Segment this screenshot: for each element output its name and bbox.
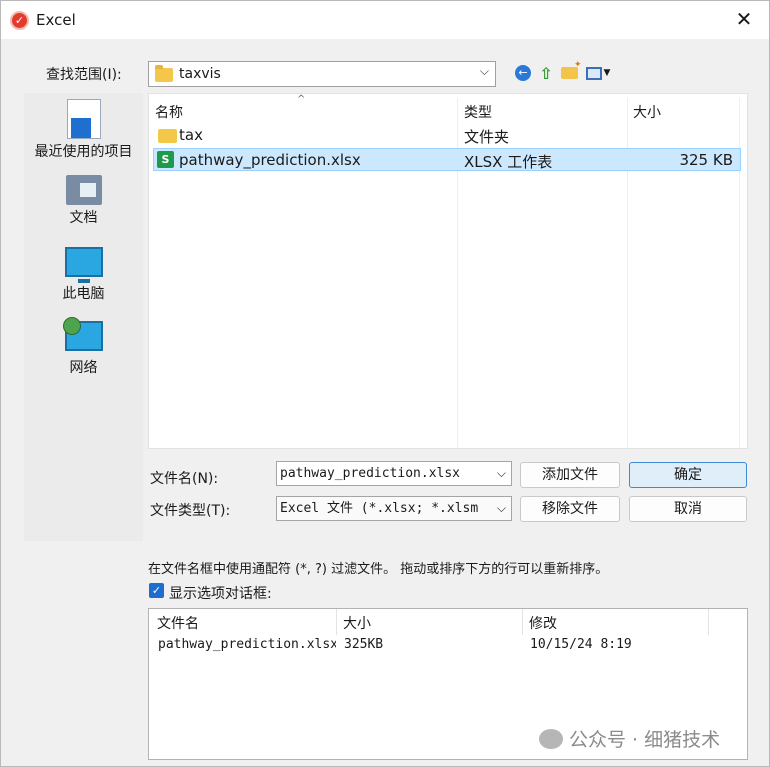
file-type: XLSX 工作表 (464, 153, 553, 171)
look-in-dropdown[interactable]: taxvis ⌵ (148, 61, 496, 87)
folder-icon (155, 65, 173, 82)
xlsx-file-icon: S (157, 151, 174, 168)
documents-icon (65, 175, 102, 205)
column-divider[interactable] (336, 609, 337, 635)
this-pc-icon (64, 247, 103, 283)
column-header-type[interactable]: 类型 (464, 102, 492, 122)
column-header-size[interactable]: 大小 (343, 613, 371, 633)
place-label: 网络 (69, 360, 98, 376)
file-type: 文件夹 (464, 128, 510, 146)
column-divider[interactable] (522, 609, 523, 635)
file-type-value: Excel 文件 (*.xlsx; *.xlsm (280, 501, 479, 516)
look-in-label: 查找范围(I): (46, 67, 122, 83)
file-name: pathway_prediction.xlsx (179, 151, 361, 169)
sort-ascending-icon: ^ (297, 94, 306, 105)
file-list[interactable]: ^ 名称 类型 大小 tax 文件夹 S pathway_prediction.… (148, 93, 748, 449)
show-options-checkbox[interactable]: ✓ (149, 583, 164, 598)
file-name-label: 文件名(N): (150, 471, 219, 487)
file-size: 325 KB (679, 151, 733, 169)
file-type-select[interactable]: Excel 文件 (*.xlsx; *.xlsm ⌵ (276, 496, 512, 521)
file-type-label: 文件类型(T): (150, 503, 231, 519)
place-documents[interactable]: 文档 (24, 175, 143, 227)
folder-icon (158, 129, 177, 143)
view-menu-button[interactable]: ▼ (583, 63, 613, 83)
row-filename: pathway_prediction.xlsx (158, 637, 336, 652)
place-network[interactable]: 网络 (24, 317, 143, 377)
back-button[interactable]: ← (513, 63, 533, 83)
file-row-folder[interactable]: tax 文件夹 (153, 124, 741, 147)
back-icon: ← (515, 65, 531, 81)
chevron-down-icon: ⌵ (479, 64, 489, 78)
add-file-button[interactable]: 添加文件 (520, 462, 620, 488)
places-bar: 最近使用的项目 文档 此电脑 网络 (24, 93, 143, 541)
file-row-selected[interactable]: S pathway_prediction.xlsx XLSX 工作表 325 K… (153, 148, 741, 171)
watermark: 公众号 · 细猪技术 (539, 725, 720, 752)
recent-items-icon (66, 99, 101, 139)
show-options-label: 显示选项对话框: (169, 586, 272, 602)
column-header-modified[interactable]: 修改 (529, 613, 557, 633)
chevron-down-icon: ⌵ (496, 466, 506, 480)
column-divider[interactable] (708, 609, 709, 635)
place-label: 此电脑 (62, 286, 105, 302)
chevron-down-icon: ▼ (603, 68, 611, 78)
place-this-pc[interactable]: 此电脑 (24, 247, 143, 303)
row-modified: 10/15/24 8:19 (530, 637, 632, 652)
close-button[interactable]: ✕ (731, 7, 757, 33)
new-folder-button[interactable] (559, 60, 581, 83)
up-folder-button[interactable]: ⇧ (536, 63, 556, 83)
file-name-field[interactable]: pathway_prediction.xlsx ⌵ (276, 461, 512, 486)
excel-app-icon: ✓ (10, 11, 29, 30)
cancel-button[interactable]: 取消 (629, 496, 747, 522)
column-header-filename[interactable]: 文件名 (157, 613, 199, 633)
remove-file-button[interactable]: 移除文件 (520, 496, 620, 522)
file-name-value: pathway_prediction.xlsx (280, 466, 461, 481)
window-title: Excel (36, 11, 76, 29)
file-name: tax (179, 126, 203, 144)
watermark-text: 公众号 · 细猪技术 (569, 729, 721, 751)
view-menu-icon (585, 66, 602, 80)
excel-file-dialog: ✓ Excel ✕ 查找范围(I): taxvis ⌵ ← ⇧ ▼ 最近使用的项… (0, 0, 770, 767)
row-size: 325KB (344, 637, 384, 652)
place-label: 文档 (69, 210, 98, 226)
ok-button[interactable]: 确定 (629, 462, 747, 488)
title-bar: ✓ Excel ✕ (1, 1, 769, 39)
network-icon (62, 317, 103, 351)
place-recent-items[interactable]: 最近使用的项目 (24, 99, 143, 161)
filter-hint: 在文件名框中使用通配符 (*, ?) 过滤文件。 拖动或排序下方的行可以重新排序… (148, 562, 609, 577)
new-folder-icon (560, 60, 581, 79)
column-header-size[interactable]: 大小 (633, 102, 661, 122)
wechat-icon (539, 729, 563, 749)
up-folder-icon: ⇧ (539, 63, 553, 83)
chevron-down-icon: ⌵ (496, 497, 506, 520)
place-label: 最近使用的项目 (34, 144, 133, 160)
column-header-name[interactable]: 名称 (155, 102, 183, 122)
look-in-value: taxvis (179, 66, 221, 82)
